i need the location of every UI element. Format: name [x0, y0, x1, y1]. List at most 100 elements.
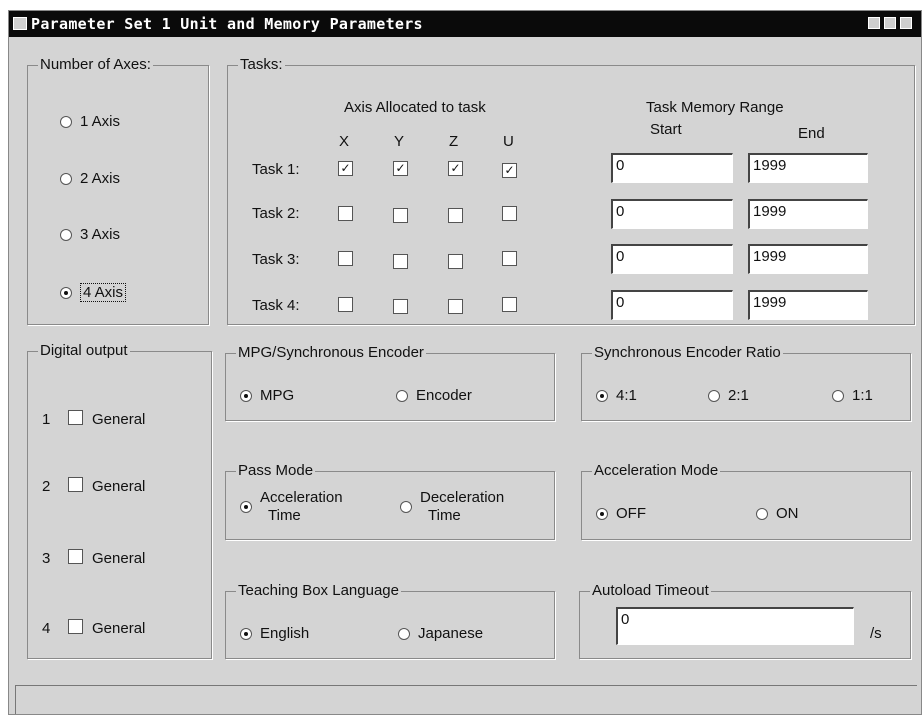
task-1-z-checkbox[interactable]: ✓: [448, 161, 463, 176]
radio-circle[interactable]: [756, 507, 768, 520]
task-2-end-input[interactable]: 1999: [748, 199, 868, 229]
axis-3-radio[interactable]: 3 Axis: [60, 226, 120, 243]
digital-output-group: Digital output 1 General 2 General 3 Gen…: [27, 343, 212, 659]
output-1-checkbox[interactable]: [68, 410, 83, 425]
radio-circle[interactable]: [60, 115, 72, 128]
axis-allocated-label: Axis Allocated to task: [344, 99, 486, 116]
pass-mode-legend: Pass Mode: [238, 462, 314, 479]
task-4-u-checkbox[interactable]: [502, 297, 517, 312]
encoder-radio[interactable]: Encoder: [396, 387, 472, 404]
task-2-x-checkbox[interactable]: [338, 206, 353, 221]
acceleration-off-radio[interactable]: OFF: [596, 505, 646, 522]
maximize-button[interactable]: [884, 17, 896, 29]
axis-1-radio[interactable]: 1 Axis: [60, 113, 120, 130]
task-3-u-checkbox[interactable]: [502, 251, 517, 266]
axis-header-u: U: [503, 133, 514, 150]
radio-dot: [600, 393, 604, 398]
autoload-timeout-legend: Autoload Timeout: [592, 582, 709, 599]
task-2-u-checkbox[interactable]: [502, 206, 517, 221]
task-4-y-checkbox[interactable]: [393, 299, 408, 314]
radio-circle[interactable]: [398, 627, 410, 640]
task-1-x-checkbox[interactable]: ✓: [338, 161, 353, 176]
task-2-label: Task 2:: [252, 205, 300, 222]
task-2-start-input[interactable]: 0: [611, 199, 733, 229]
task-1-y-checkbox[interactable]: ✓: [393, 161, 408, 176]
teaching-box-language-legend: Teaching Box Language: [238, 582, 399, 599]
teaching-box-language-group: Teaching Box Language English Japanese: [225, 583, 555, 659]
output-4-checkbox[interactable]: [68, 619, 83, 634]
ratio-1-1-radio[interactable]: 1:1: [832, 387, 873, 404]
task-4-z-checkbox[interactable]: [448, 299, 463, 314]
english-radio[interactable]: English: [240, 625, 309, 642]
output-2-checkbox[interactable]: [68, 477, 83, 492]
radio-circle[interactable]: [596, 389, 608, 402]
minimize-button[interactable]: [868, 17, 880, 29]
mpg-encoder-group: MPG/Synchronous Encoder MPG Encoder: [225, 345, 555, 421]
task-4-x-checkbox[interactable]: [338, 297, 353, 312]
task-3-end-input[interactable]: 1999: [748, 244, 868, 274]
parameter-window: Parameter Set 1 Unit and Memory Paramete…: [8, 10, 922, 715]
output-2-number: 2: [42, 478, 51, 495]
radio-circle[interactable]: [708, 389, 720, 402]
axis-4-radio[interactable]: 4 Axis: [60, 283, 127, 302]
radio-dot: [600, 511, 604, 516]
radio-circle[interactable]: [60, 172, 72, 185]
task-2-y-checkbox[interactable]: [393, 208, 408, 223]
number-of-axes-legend: Number of Axes:: [40, 56, 151, 73]
output-3-checkbox[interactable]: [68, 549, 83, 564]
autoload-timeout-group: Autoload Timeout 0 /s: [579, 583, 911, 659]
acceleration-on-radio[interactable]: ON: [756, 505, 799, 522]
japanese-radio[interactable]: Japanese: [398, 625, 483, 642]
deceleration-time-radio[interactable]: Deceleration Time: [400, 489, 504, 525]
title-bar[interactable]: Parameter Set 1 Unit and Memory Paramete…: [9, 11, 921, 37]
task-4-end-input[interactable]: 1999: [748, 290, 868, 320]
radio-circle[interactable]: [60, 286, 72, 299]
radio-circle[interactable]: [240, 627, 252, 640]
task-1-start-input[interactable]: 0: [611, 153, 733, 183]
radio-dot: [244, 393, 248, 398]
task-4-start-input[interactable]: 0: [611, 290, 733, 320]
axis-header-y: Y: [394, 133, 405, 150]
task-3-z-checkbox[interactable]: [448, 254, 463, 269]
tasks-group: Tasks: Axis Allocated to task Task Memor…: [227, 57, 915, 325]
start-label: Start: [650, 121, 682, 138]
close-button[interactable]: [900, 17, 912, 29]
ratio-2-1-radio[interactable]: 2:1: [708, 387, 749, 404]
output-3-label: General: [92, 550, 146, 567]
output-1-label: General: [92, 411, 146, 428]
task-1-u-checkbox[interactable]: ✓: [502, 163, 517, 178]
task-3-y-checkbox[interactable]: [393, 254, 408, 269]
digital-output-legend: Digital output: [40, 342, 128, 359]
acceleration-time-radio[interactable]: Acceleration Time: [240, 489, 343, 525]
radio-circle[interactable]: [240, 501, 252, 513]
output-2-label: General: [92, 478, 146, 495]
window-icon[interactable]: [13, 17, 27, 30]
acceleration-mode-legend: Acceleration Mode: [594, 462, 719, 479]
radio-circle[interactable]: [396, 389, 408, 402]
encoder-ratio-group: Synchronous Encoder Ratio 4:1 2:1 1:1: [581, 345, 911, 421]
task-3-x-checkbox[interactable]: [338, 251, 353, 266]
radio-circle[interactable]: [400, 501, 412, 513]
ratio-4-1-radio[interactable]: 4:1: [596, 387, 637, 404]
axis-header-x: X: [339, 133, 350, 150]
output-4-number: 4: [42, 620, 51, 637]
axis-2-radio[interactable]: 2 Axis: [60, 170, 120, 187]
task-2-z-checkbox[interactable]: [448, 208, 463, 223]
radio-circle[interactable]: [240, 389, 252, 402]
task-3-start-input[interactable]: 0: [611, 244, 733, 274]
status-bar: [15, 685, 917, 714]
autoload-timeout-input[interactable]: 0: [616, 607, 854, 645]
radio-circle[interactable]: [832, 389, 844, 402]
task-1-label: Task 1:: [252, 161, 300, 178]
acceleration-mode-group: Acceleration Mode OFF ON: [581, 463, 911, 540]
task-1-end-input[interactable]: 1999: [748, 153, 868, 183]
mpg-encoder-legend: MPG/Synchronous Encoder: [238, 344, 424, 361]
radio-circle[interactable]: [596, 507, 608, 520]
mpg-radio[interactable]: MPG: [240, 387, 294, 404]
task-3-label: Task 3:: [252, 251, 300, 268]
output-1-number: 1: [42, 411, 51, 428]
end-label: End: [798, 125, 825, 142]
radio-dot: [64, 290, 68, 295]
tasks-legend: Tasks:: [240, 56, 283, 73]
radio-circle[interactable]: [60, 228, 72, 241]
